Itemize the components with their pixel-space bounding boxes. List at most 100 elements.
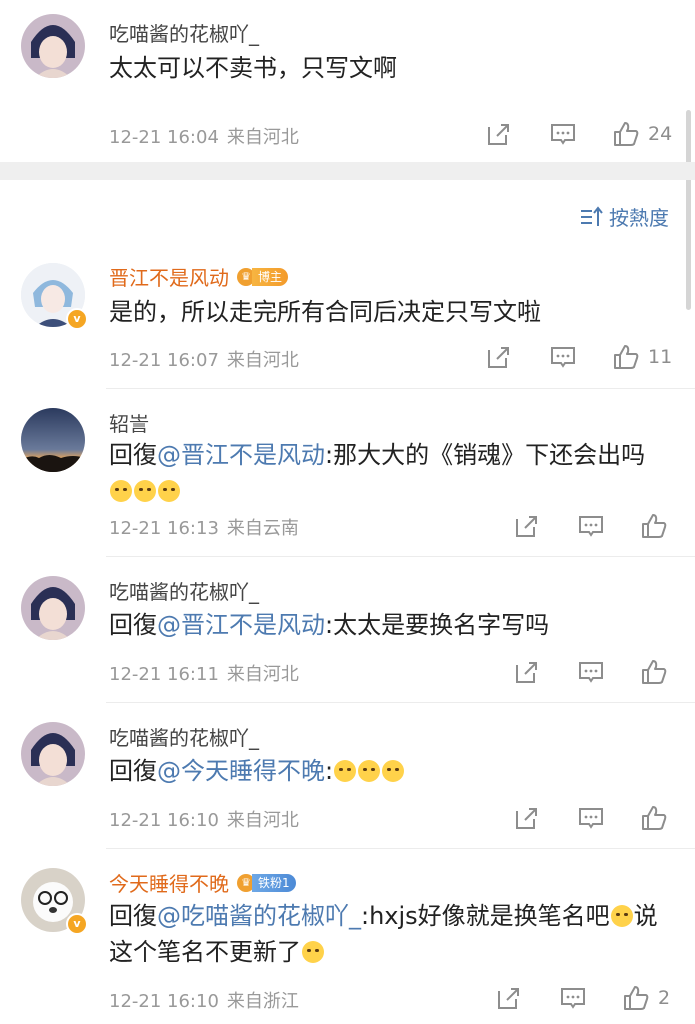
like-button[interactable]: 11 [612,343,672,371]
username-row: 晋江不是风动 ♛ 博主 [109,262,289,291]
comment-icon [551,347,575,368]
comment-meta: 12-21 16:10 来自河北 [109,806,299,832]
comment-button[interactable] [578,513,604,539]
comment-actions: 2 [496,984,670,1012]
avatar[interactable] [21,722,85,786]
mention-link[interactable]: @晋江不是风动 [157,441,325,469]
share-icon [488,124,509,145]
like-icon [614,122,639,146]
comment-button[interactable] [578,805,604,831]
location: 来自河北 [226,810,299,831]
comment-text: 回復@晋江不是风动:太太是要换名字写吗 [109,611,550,639]
comment-text: 是的，所以走完所有合同后决定只写文啦 [109,298,541,326]
blogger-badge: ♛ 博主 [237,267,289,287]
like-count: 2 [658,987,671,1009]
comment-meta: 12-21 16:07 来自河北 [109,346,299,372]
section-divider [0,162,695,180]
comment-meta: 12-21 16:10 来自浙江 [109,987,299,1013]
crying-emoji-icon [610,905,633,927]
crying-emoji-icon [334,760,357,782]
crying-emoji-icon [110,480,132,502]
share-icon [498,988,519,1009]
share-button[interactable] [514,805,540,831]
username[interactable]: 今天睡得不晚 [109,868,229,897]
like-button[interactable]: 2 [622,984,670,1012]
mention-link[interactable]: @今天睡得不晚 [157,757,325,785]
location: 来自河北 [226,664,299,685]
like-button[interactable] [640,804,668,832]
location: 来自河北 [226,127,299,148]
comment-actions: 24 [486,120,672,148]
share-button[interactable] [486,121,512,147]
badge-label: 博主 [252,267,289,286]
comment-icon [561,988,585,1009]
share-button[interactable] [486,344,512,370]
username[interactable]: 晋江不是风动 [109,262,229,291]
username[interactable]: 吃喵酱的花椒吖_ [109,576,259,605]
mention-link[interactable]: @吃喵酱的花椒吖_ [157,902,361,930]
comment-actions [514,512,668,540]
comment-actions [514,804,668,832]
share-button[interactable] [496,985,522,1011]
scrollbar[interactable] [686,110,691,310]
like-button[interactable]: 24 [612,120,672,148]
comment-actions [514,658,668,686]
like-count: 11 [648,346,673,368]
sort-label: 按熱度 [609,206,669,230]
comment-button[interactable] [578,659,604,685]
mention-link[interactable]: @晋江不是风动 [157,611,325,639]
divider [106,556,695,557]
sort-icon [581,205,603,226]
laughing-crying-emoji-icon [302,941,324,963]
comment-actions: 11 [486,343,672,371]
comment-icon [579,516,603,537]
share-icon [516,808,537,829]
top-comment: 吃喵酱的花椒吖_ 太太可以不卖书，只写文啊 12-21 16:04 来自河北 24 [0,0,695,162]
reply-prefix: 回復 [109,902,157,930]
divider [106,388,695,389]
avatar[interactable] [21,14,85,78]
verified-badge-icon: v [66,308,88,330]
timestamp: 12-21 16:10 [109,991,219,1012]
avatar[interactable] [21,576,85,640]
avatar[interactable] [21,408,85,472]
fan-badge: ♛ 铁粉1 [237,873,296,893]
share-icon [488,347,509,368]
like-button[interactable] [640,512,668,540]
username-row: 今天睡得不晚 ♛ 铁粉1 [109,868,296,897]
divider [106,702,695,703]
share-button[interactable] [514,659,540,685]
badge-label: 铁粉1 [252,873,296,892]
comment-meta: 12-21 16:13 来自云南 [109,514,299,540]
comment-text: 回復@晋江不是风动:那大大的《销魂》下还会出吗 [109,437,684,509]
like-icon [642,514,667,538]
timestamp: 12-21 16:11 [109,664,219,685]
like-icon [642,806,667,830]
location: 来自浙江 [226,991,299,1012]
comment-button[interactable] [560,985,586,1011]
timestamp: 12-21 16:10 [109,810,219,831]
crying-emoji-icon [382,760,405,782]
crying-emoji-icon [358,760,381,782]
comment-button[interactable] [550,344,576,370]
crying-emoji-icon [158,480,180,502]
timestamp: 12-21 16:07 [109,350,219,371]
username[interactable]: 轺訔 [109,408,149,437]
reply-prefix: 回復 [109,611,157,639]
sort-by-hot-button[interactable]: 按熱度 [579,202,669,231]
reply-prefix: 回復 [109,441,157,469]
username[interactable]: 吃喵酱的花椒吖_ [109,18,259,47]
like-button[interactable] [640,658,668,686]
comment-text: 回復@吃喵酱的花椒吖_:hxjs好像就是换笔名吧说 这个笔名不更新了 [109,902,658,966]
username[interactable]: 吃喵酱的花椒吖_ [109,722,259,751]
location: 来自河北 [226,350,299,371]
comment-icon [579,662,603,683]
comment-button[interactable] [550,121,576,147]
reply-prefix: 回復 [109,757,157,785]
timestamp: 12-21 16:04 [109,127,219,148]
share-icon [516,516,537,537]
share-button[interactable] [514,513,540,539]
comment-text: 回復@今天睡得不晚: [109,753,684,789]
divider [106,848,695,849]
location: 来自云南 [226,518,299,539]
